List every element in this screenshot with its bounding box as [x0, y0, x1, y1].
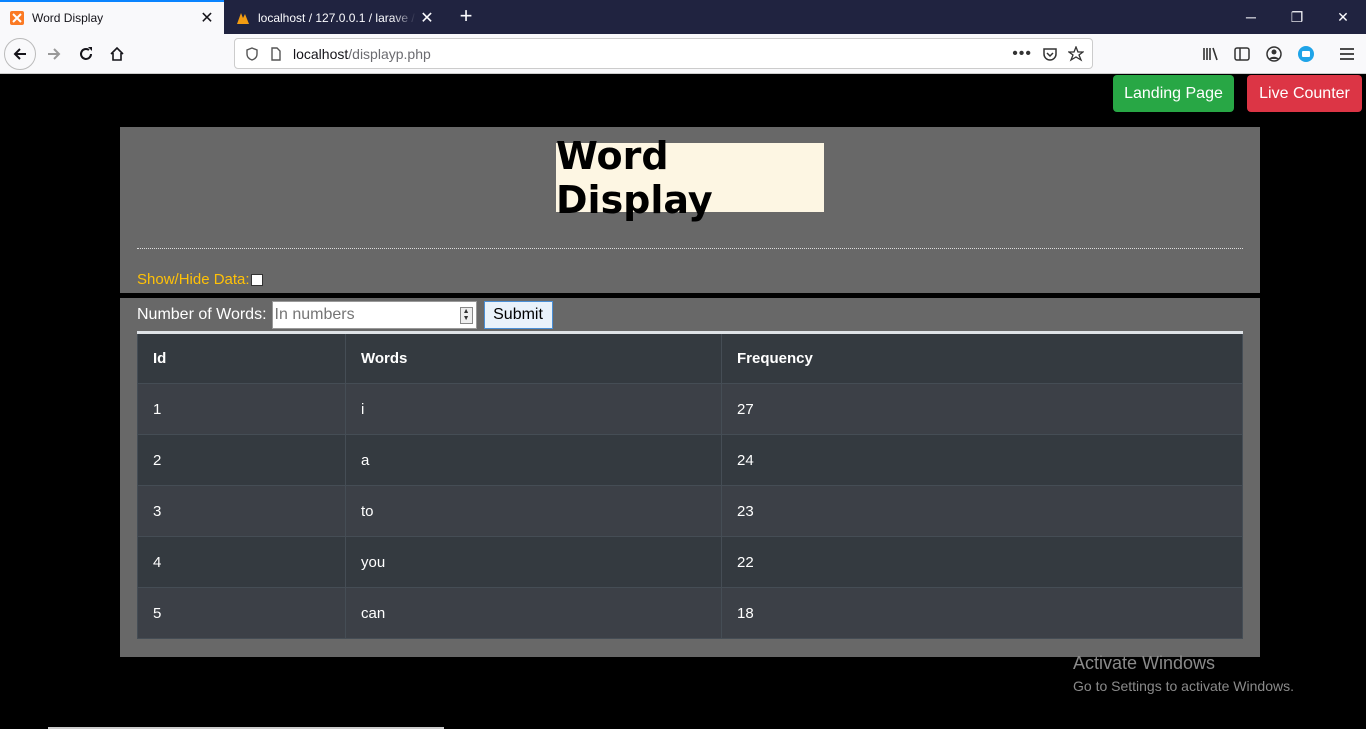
cell-frequency: 18	[721, 587, 1243, 639]
page-icon[interactable]	[269, 46, 283, 61]
account-button[interactable]	[1258, 38, 1290, 70]
account-icon	[1266, 46, 1282, 62]
sidebar-icon	[1234, 47, 1250, 61]
home-button[interactable]	[101, 38, 133, 70]
cell-word: can	[345, 587, 722, 639]
page-title-box: Word Display	[556, 134, 824, 222]
back-arrow-icon	[13, 48, 26, 60]
menu-button[interactable]	[1331, 38, 1363, 70]
number-spinner[interactable]: ▲ ▼	[459, 307, 473, 324]
data-panel: Number of Words: In numbers ▲ ▼ Submit Id…	[120, 298, 1260, 657]
phpmyadmin-icon	[237, 13, 249, 24]
cell-id: 3	[137, 485, 346, 537]
cell-frequency: 23	[721, 485, 1243, 537]
reload-button[interactable]	[70, 38, 102, 70]
cell-frequency: 24	[721, 434, 1243, 486]
shield-icon[interactable]	[245, 46, 259, 61]
cell-word: you	[345, 536, 722, 588]
word-count-form: Number of Words: In numbers ▲ ▼ Submit	[137, 301, 553, 329]
table-row: 2 a 24	[137, 434, 1243, 486]
url-bar[interactable]: localhost/displayp.php •••	[234, 38, 1093, 69]
tab-bar: Word Display ✕ localhost / 127.0.0.1 / l…	[0, 0, 1366, 34]
xampp-icon	[10, 11, 24, 25]
landing-page-button[interactable]: Landing Page	[1113, 75, 1234, 112]
more-actions-icon[interactable]: •••	[1012, 45, 1032, 63]
column-header-frequency: Frequency	[721, 331, 1243, 384]
live-counter-button[interactable]: Live Counter	[1247, 75, 1362, 112]
activate-windows-watermark: Activate Windows Go to Settings to activ…	[1073, 653, 1294, 694]
new-tab-button[interactable]: +	[454, 5, 478, 29]
hamburger-menu-icon	[1340, 48, 1354, 60]
word-count-label: Number of Words:	[137, 306, 267, 323]
url-path: /displayp.php	[348, 45, 431, 62]
cell-id: 1	[137, 383, 346, 435]
show-hide-toggle: Show/Hide Data:	[137, 271, 263, 288]
close-window-icon[interactable]: ✕	[1320, 0, 1366, 34]
forward-button[interactable]	[38, 38, 70, 70]
extension-icon	[1298, 46, 1314, 62]
back-button[interactable]	[4, 38, 36, 70]
cell-word: a	[345, 434, 722, 486]
word-table: Id Words Frequency 1 i 27 2 a 24 3 to 23…	[137, 331, 1243, 639]
cell-id: 4	[137, 536, 346, 588]
column-header-id: Id	[137, 331, 346, 384]
submit-button[interactable]: Submit	[483, 301, 553, 329]
close-tab-icon[interactable]: ✕	[196, 7, 218, 29]
page-title: Word Display	[556, 133, 713, 222]
toggle-label: Show/Hide Data:	[137, 271, 250, 288]
column-header-words: Words	[345, 331, 722, 384]
nav-bar: localhost/displayp.php •••	[0, 34, 1366, 74]
forward-arrow-icon	[48, 48, 61, 60]
sidebar-button[interactable]	[1226, 38, 1258, 70]
table-header-row: Id Words Frequency	[137, 331, 1243, 384]
table-row: 1 i 27	[137, 383, 1243, 435]
tab-title: Word Display	[32, 11, 104, 25]
table-row: 3 to 23	[137, 485, 1243, 537]
pocket-icon[interactable]	[1042, 46, 1058, 62]
library-icon	[1203, 47, 1218, 61]
table-row: 5 can 18	[137, 587, 1243, 639]
restore-icon[interactable]: ❐	[1274, 0, 1320, 34]
show-hide-checkbox[interactable]	[250, 273, 263, 286]
watermark-subtitle: Go to Settings to activate Windows.	[1073, 678, 1294, 694]
home-icon	[110, 46, 124, 61]
cell-frequency: 22	[721, 536, 1243, 588]
url-host: localhost	[293, 45, 349, 62]
cell-id: 5	[137, 587, 346, 639]
tab-title: localhost / 127.0.0.1 / larave / wo	[258, 11, 416, 25]
word-count-input[interactable]: In numbers ▲ ▼	[271, 301, 477, 329]
cell-id: 2	[137, 434, 346, 486]
reload-icon	[80, 47, 92, 60]
cell-frequency: 27	[721, 383, 1243, 435]
table-row: 4 you 22	[137, 536, 1243, 588]
watermark-title: Activate Windows	[1073, 653, 1216, 673]
tab-word-display[interactable]: Word Display ✕	[0, 0, 224, 34]
extension-button[interactable]	[1290, 38, 1322, 70]
bookmark-star-icon[interactable]	[1068, 45, 1084, 62]
close-tab-icon[interactable]: ✕	[416, 7, 438, 29]
divider	[137, 248, 1243, 249]
cell-word: i	[345, 383, 722, 435]
library-button[interactable]	[1195, 38, 1227, 70]
cell-word: to	[345, 485, 722, 537]
header-panel: Word Display Show/Hide Data:	[120, 127, 1260, 293]
page-content: Landing Page Live Counter Word Display S…	[0, 75, 1366, 729]
input-placeholder: In numbers	[274, 306, 355, 323]
tab-phpmyadmin[interactable]: localhost / 127.0.0.1 / larave / wo ✕	[226, 2, 444, 34]
minimize-icon[interactable]: ─	[1228, 0, 1274, 34]
